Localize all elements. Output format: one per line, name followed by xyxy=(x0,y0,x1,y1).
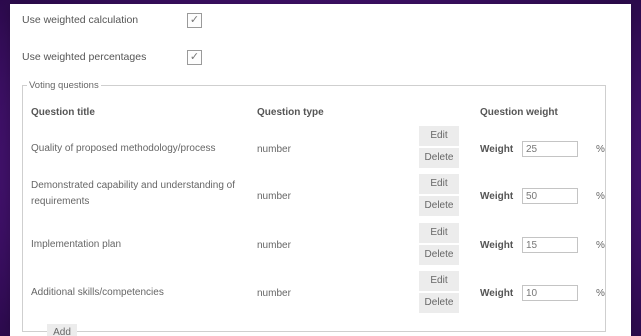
weight-label: Weight xyxy=(480,240,514,251)
percent-sign: % xyxy=(596,240,605,251)
use-weighted-calculation-label: Use weighted calculation xyxy=(22,14,139,26)
use-weighted-calculation-checkbox[interactable]: ✓ xyxy=(187,12,202,28)
question-type: number xyxy=(257,240,291,251)
voting-questions-legend: Voting questions xyxy=(29,80,99,91)
weight-label: Weight xyxy=(480,288,514,299)
edit-question-button[interactable]: Edit xyxy=(419,223,459,243)
delete-question-button[interactable]: Delete xyxy=(419,196,459,216)
question-type: number xyxy=(257,191,291,202)
use-weighted-percentages-row: Use weighted percentages ✓ xyxy=(22,47,202,67)
question-title: Quality of proposed methodology/process xyxy=(31,143,216,154)
question-type: number xyxy=(257,144,291,155)
weight-input[interactable]: 25 xyxy=(522,141,578,157)
edit-question-button[interactable]: Edit xyxy=(419,126,459,146)
question-row: Demonstrated capability and understandin… xyxy=(23,174,605,224)
question-title-header: Question title xyxy=(31,107,95,118)
weight-input[interactable]: 15 xyxy=(522,237,578,253)
use-weighted-percentages-label: Use weighted percentages xyxy=(22,51,147,63)
question-row: Quality of proposed methodology/process … xyxy=(23,124,605,174)
weight-label: Weight xyxy=(480,191,514,202)
edit-question-button[interactable]: Edit xyxy=(419,271,459,291)
voting-settings-panel: Use weighted calculation ✓ Use weighted … xyxy=(10,4,631,336)
delete-question-button[interactable]: Delete xyxy=(419,148,459,168)
voting-questions-fieldset: Voting questions Question title Question… xyxy=(22,80,606,336)
add-question-button[interactable]: Add xyxy=(47,324,77,336)
weight-input[interactable]: 50 xyxy=(522,188,578,204)
percent-sign: % xyxy=(596,144,605,155)
question-title: Demonstrated capability and understandin… xyxy=(31,180,236,207)
delete-question-button[interactable]: Delete xyxy=(419,293,459,313)
delete-question-button[interactable]: Delete xyxy=(419,245,459,265)
question-type: number xyxy=(257,288,291,299)
weight-label: Weight xyxy=(480,144,514,155)
use-weighted-percentages-checkbox[interactable]: ✓ xyxy=(187,49,202,65)
question-row: Additional skills/competencies number Ed… xyxy=(23,271,605,321)
edit-question-button[interactable]: Edit xyxy=(419,174,459,194)
use-weighted-calculation-row: Use weighted calculation ✓ xyxy=(22,10,202,30)
percent-sign: % xyxy=(596,288,605,299)
question-title: Implementation plan xyxy=(31,239,122,250)
weight-input[interactable]: 10 xyxy=(522,285,578,301)
question-row: Implementation plan number Edit Delete W… xyxy=(23,223,605,274)
question-title: Additional skills/competencies xyxy=(31,287,164,298)
question-weight-header: Question weight xyxy=(480,107,558,118)
percent-sign: % xyxy=(596,191,605,202)
question-type-header: Question type xyxy=(257,107,324,118)
